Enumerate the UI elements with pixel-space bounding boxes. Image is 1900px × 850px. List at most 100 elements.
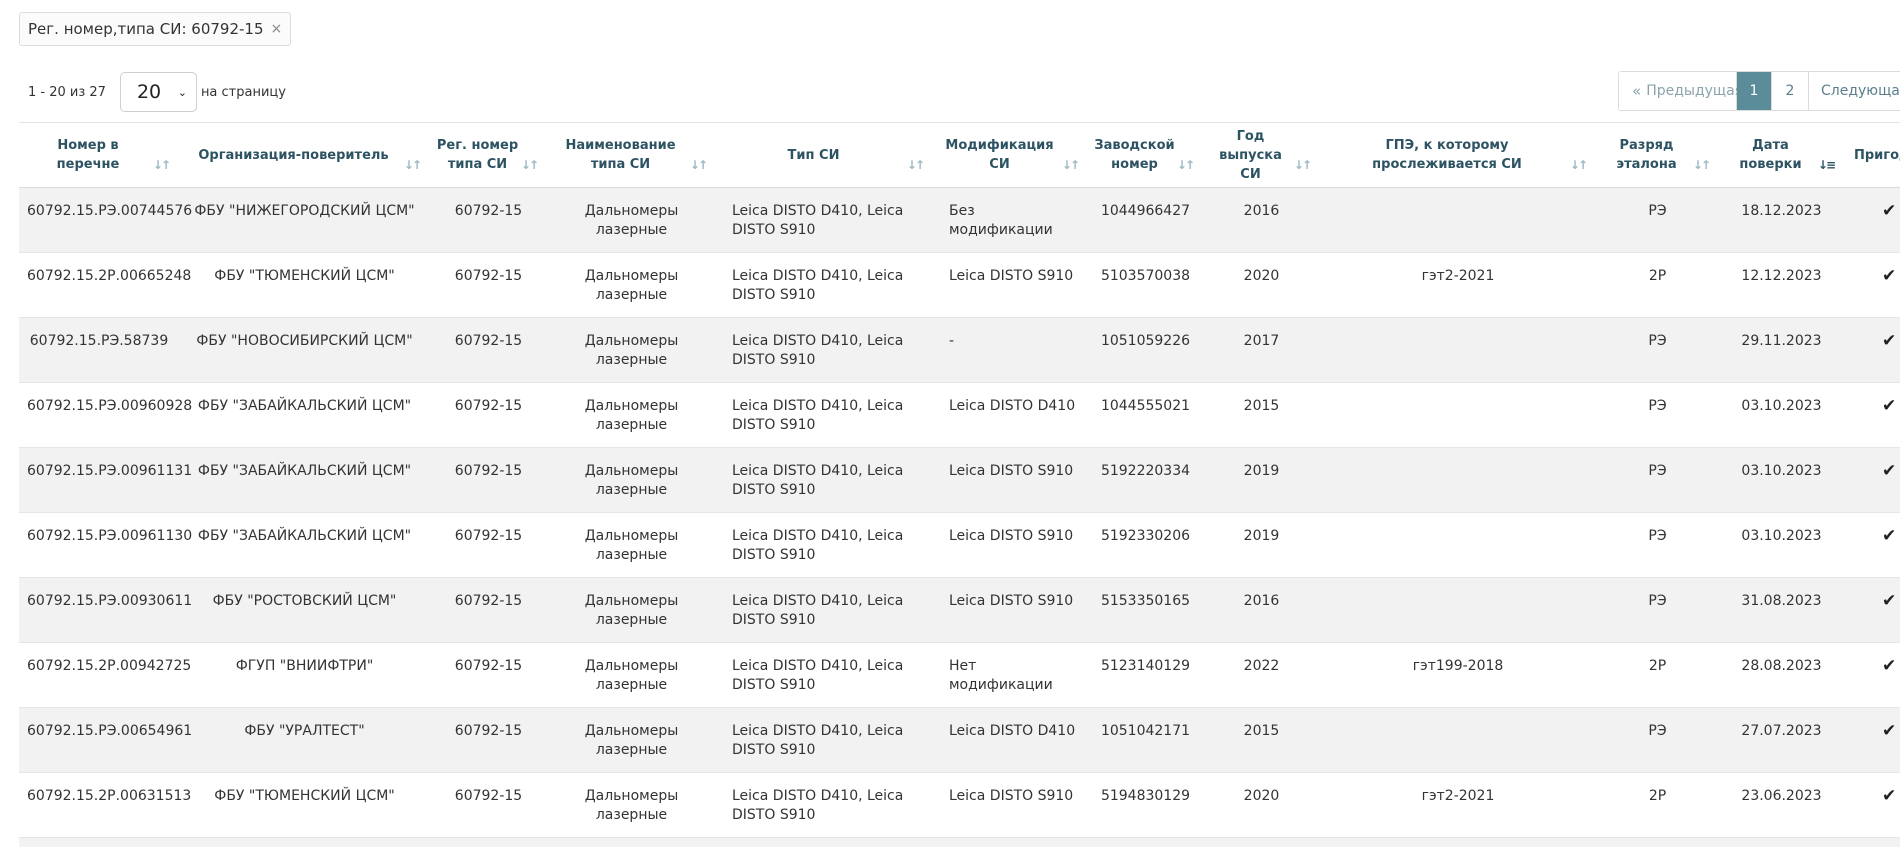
table-row[interactable]: 60792.15.РЭ.58739 ФБУ "НОВОСИБИРСКИЙ ЦСМ"… (19, 317, 1900, 383)
cell-gpe: гэт2-2021 (1320, 252, 1596, 318)
cell-type: Leica DISTO D410, Leica DISTO S910 (716, 707, 933, 773)
sort-arrows-icon[interactable]: ↓↑ (153, 156, 171, 175)
cell-reg: 60792-15 (430, 577, 547, 643)
column-header-type[interactable]: Тип СИ ↓↑ (716, 122, 933, 188)
cell-num: 60792.15.2Р.00665248 (19, 252, 191, 318)
cell-org: ФБУ "ЗАБАЙКАЛЬСКИЙ ЦСМ" (179, 382, 430, 448)
column-header-label: Модификация СИ (945, 138, 1054, 172)
column-header-org[interactable]: Организация-поверитель ↓↑ (179, 122, 430, 188)
cell-gpe (1320, 382, 1596, 448)
column-header-gpe[interactable]: ГПЭ, к которому прослеживается СИ ↓↑ (1320, 122, 1596, 188)
cell-mod: Leica DISTO S910 (933, 447, 1088, 513)
column-header-label: Наименование типа СИ (565, 138, 676, 172)
table-row[interactable]: 60792.15.2Р.00942725 ФГУП "ВНИИФТРИ" 60792… (19, 642, 1900, 708)
cell-valid: ✔ (1844, 577, 1900, 643)
sort-arrows-icon[interactable]: ↓↑ (1062, 156, 1080, 175)
partial-row-cell (19, 837, 1900, 847)
cell-gpe (1320, 187, 1596, 253)
cell-year: 2020 (1203, 772, 1320, 838)
table-row[interactable]: 60792.15.РЭ.00960928 ФБУ "ЗАБАЙКАЛЬСКИЙ Ц… (19, 382, 1900, 448)
cell-mod: Leica DISTO S910 (933, 512, 1088, 578)
sort-arrows-icon[interactable]: ↓↑ (1570, 156, 1588, 175)
table-row[interactable]: 60792.15.2Р.00631513 ФБУ "ТЮМЕНСКИЙ ЦСМ" 6… (19, 772, 1900, 838)
per-page-select[interactable]: 20 ⌄ (119, 72, 197, 112)
sort-descending-icon[interactable]: ↓≡ (1818, 156, 1836, 175)
sort-arrows-icon[interactable]: ↓↑ (521, 156, 539, 175)
cell-serial: 5153350165 (1088, 577, 1203, 643)
column-header-year[interactable]: Год выпуска СИ ↓↑ (1203, 122, 1320, 188)
cell-mod: Leica DISTO D410 (933, 707, 1088, 773)
table-row[interactable]: 60792.15.РЭ.00930611 ФБУ "РОСТОВСКИЙ ЦСМ"… (19, 577, 1900, 643)
table-row[interactable]: 60792.15.РЭ.00654961 ФБУ "УРАЛТЕСТ" 60792-… (19, 707, 1900, 773)
checkmark-icon: ✔ (1882, 201, 1897, 221)
sort-arrows-icon[interactable]: ↓↑ (404, 156, 422, 175)
table-row[interactable]: 60792.15.РЭ.00744576 ФБУ "НИЖЕГОРОДСКИЙ Ц… (19, 187, 1900, 253)
cell-reg: 60792-15 (430, 707, 547, 773)
cell-num: 60792.15.РЭ.00930611 (19, 577, 192, 643)
column-header-rank[interactable]: Разряд эталона ↓↑ (1596, 122, 1719, 188)
cell-valid: ✔ (1844, 447, 1900, 513)
cell-org: ФБУ "УРАЛТЕСТ" (179, 707, 430, 773)
column-header-reg[interactable]: Рег. номер типа СИ ↓↑ (430, 122, 547, 188)
table-row[interactable]: 60792.15.РЭ.00961130 ФБУ "ЗАБАЙКАЛЬСКИЙ Ц… (19, 512, 1900, 578)
cell-type: Leica DISTO D410, Leica DISTO S910 (716, 642, 933, 708)
sort-arrows-icon[interactable]: ↓↑ (1693, 156, 1711, 175)
cell-date: 12.12.2023 (1719, 252, 1844, 318)
cell-name: Дальномеры лазерные (547, 317, 716, 383)
cell-year: 2017 (1203, 317, 1320, 383)
double-chevron-left-icon: « (1632, 82, 1642, 100)
cell-name: Дальномеры лазерные (547, 707, 716, 773)
cell-type: Leica DISTO D410, Leica DISTO S910 (716, 447, 933, 513)
prev-page-label: Предыдущая (1646, 83, 1744, 99)
cell-serial: 1044966427 (1088, 187, 1203, 253)
cell-valid: ✔ (1844, 382, 1900, 448)
cell-valid: ✔ (1844, 707, 1900, 773)
cell-type: Leica DISTO D410, Leica DISTO S910 (716, 382, 933, 448)
prev-page-button[interactable]: « Предыдущая (1619, 72, 1743, 110)
column-header-label: Организация-поверитель (198, 147, 389, 163)
table-row[interactable]: 60792.15.2Р.00665248 ФБУ "ТЮМЕНСКИЙ ЦСМ" 6… (19, 252, 1900, 318)
cell-year: 2016 (1203, 577, 1320, 643)
sort-arrows-icon[interactable]: ↓↑ (1177, 156, 1195, 175)
cell-valid: ✔ (1844, 252, 1900, 318)
cell-type: Leica DISTO D410, Leica DISTO S910 (716, 512, 933, 578)
table-row-partial (19, 837, 1900, 847)
column-header-mod[interactable]: Модификация СИ ↓↑ (933, 122, 1088, 188)
cell-name: Дальномеры лазерные (547, 577, 716, 643)
column-header-date[interactable]: Дата поверки ↓≡ (1719, 122, 1844, 188)
page-2-button[interactable]: 2 (1772, 72, 1809, 110)
filter-chip-label: Рег. номер,типа СИ: 60792-15 (28, 20, 264, 38)
cell-date: 23.06.2023 (1719, 772, 1844, 838)
cell-mod: Нет модификации (933, 642, 1088, 708)
cell-name: Дальномеры лазерные (547, 187, 716, 253)
column-header-label: Год выпуска СИ (1219, 128, 1282, 182)
cell-mod: Leica DISTO S910 (933, 772, 1088, 838)
cell-name: Дальномеры лазерные (547, 382, 716, 448)
pagination: « Предыдущая 1 2 Следующая (1618, 71, 1900, 111)
next-page-button[interactable]: Следующая (1809, 72, 1900, 110)
column-header-num[interactable]: Номер в перечне ↓↑ (19, 122, 179, 188)
cell-year: 2015 (1203, 707, 1320, 773)
cell-valid: ✔ (1844, 512, 1900, 578)
cell-gpe (1320, 447, 1596, 513)
cell-org: ФБУ "НОВОСИБИРСКИЙ ЦСМ" (179, 317, 430, 383)
cell-org: ФБУ "РОСТОВСКИЙ ЦСМ" (179, 577, 430, 643)
table-row[interactable]: 60792.15.РЭ.00961131 ФБУ "ЗАБАЙКАЛЬСКИЙ Ц… (19, 447, 1900, 513)
page-1-button[interactable]: 1 (1737, 72, 1772, 110)
sort-arrows-icon[interactable]: ↓↑ (1294, 156, 1312, 175)
column-header-valid[interactable]: Пригодность (1844, 122, 1900, 188)
sort-arrows-icon[interactable]: ↓↑ (907, 156, 925, 175)
cell-rank: РЭ (1596, 382, 1719, 448)
column-header-name[interactable]: Наименование типа СИ ↓↑ (547, 122, 716, 188)
sort-arrows-icon[interactable]: ↓↑ (690, 156, 708, 175)
cell-mod: Leica DISTO S910 (933, 252, 1088, 318)
cell-rank: 2Р (1596, 252, 1719, 318)
per-page-value: 20 (136, 81, 162, 103)
cell-serial: 5192330206 (1088, 512, 1203, 578)
cell-reg: 60792-15 (430, 187, 547, 253)
close-icon[interactable]: × (271, 21, 283, 37)
cell-mod: Leica DISTO D410 (933, 382, 1088, 448)
filter-chip[interactable]: Рег. номер,типа СИ: 60792-15 × (19, 12, 292, 46)
column-header-serial[interactable]: Заводской номер ↓↑ (1088, 122, 1203, 188)
table-header-row: Номер в перечне ↓↑ Организация-поверитель ↓… (19, 122, 1900, 188)
